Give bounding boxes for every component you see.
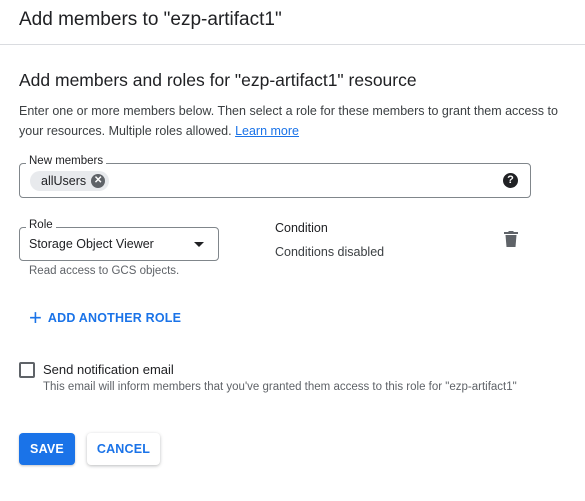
plus-icon: + <box>29 305 42 330</box>
new-members-label: New members <box>26 155 107 167</box>
condition-title: Condition <box>275 221 328 235</box>
member-chip-label: allUsers <box>41 174 87 188</box>
role-label: Role <box>26 219 56 231</box>
send-notification-label[interactable]: Send notification email <box>43 362 174 377</box>
send-notification-checkbox[interactable] <box>19 362 35 378</box>
role-select-value: Storage Object Viewer <box>29 237 154 251</box>
new-members-input[interactable]: allUsers ✕ ? <box>19 163 531 198</box>
remove-chip-icon[interactable]: ✕ <box>91 174 106 188</box>
trash-icon[interactable] <box>504 231 518 247</box>
save-button[interactable]: SAVE <box>19 433 75 465</box>
cancel-button[interactable]: CANCEL <box>87 433 160 465</box>
role-select[interactable]: Storage Object Viewer <box>19 227 219 261</box>
section-title: Add members and roles for "ezp-artifact1… <box>19 70 417 90</box>
add-another-role-label: ADD ANOTHER ROLE <box>47 311 182 325</box>
chevron-down-icon <box>194 242 204 247</box>
help-icon[interactable]: ? <box>503 173 518 188</box>
send-notification-hint: This email will inform members that you'… <box>43 381 517 393</box>
member-chip: allUsers ✕ <box>30 171 110 191</box>
condition-value: Conditions disabled <box>275 245 385 259</box>
dialog-header: Add members to "ezp-artifact1" <box>0 0 585 45</box>
role-hint: Read access to GCS objects. <box>29 265 180 277</box>
add-another-role-button[interactable]: + ADD ANOTHER ROLE <box>29 305 182 330</box>
learn-more-link[interactable]: Learn more <box>235 124 299 138</box>
section-description: Enter one or more members below. Then se… <box>19 101 559 141</box>
dialog-title: Add members to "ezp-artifact1" <box>19 9 282 30</box>
